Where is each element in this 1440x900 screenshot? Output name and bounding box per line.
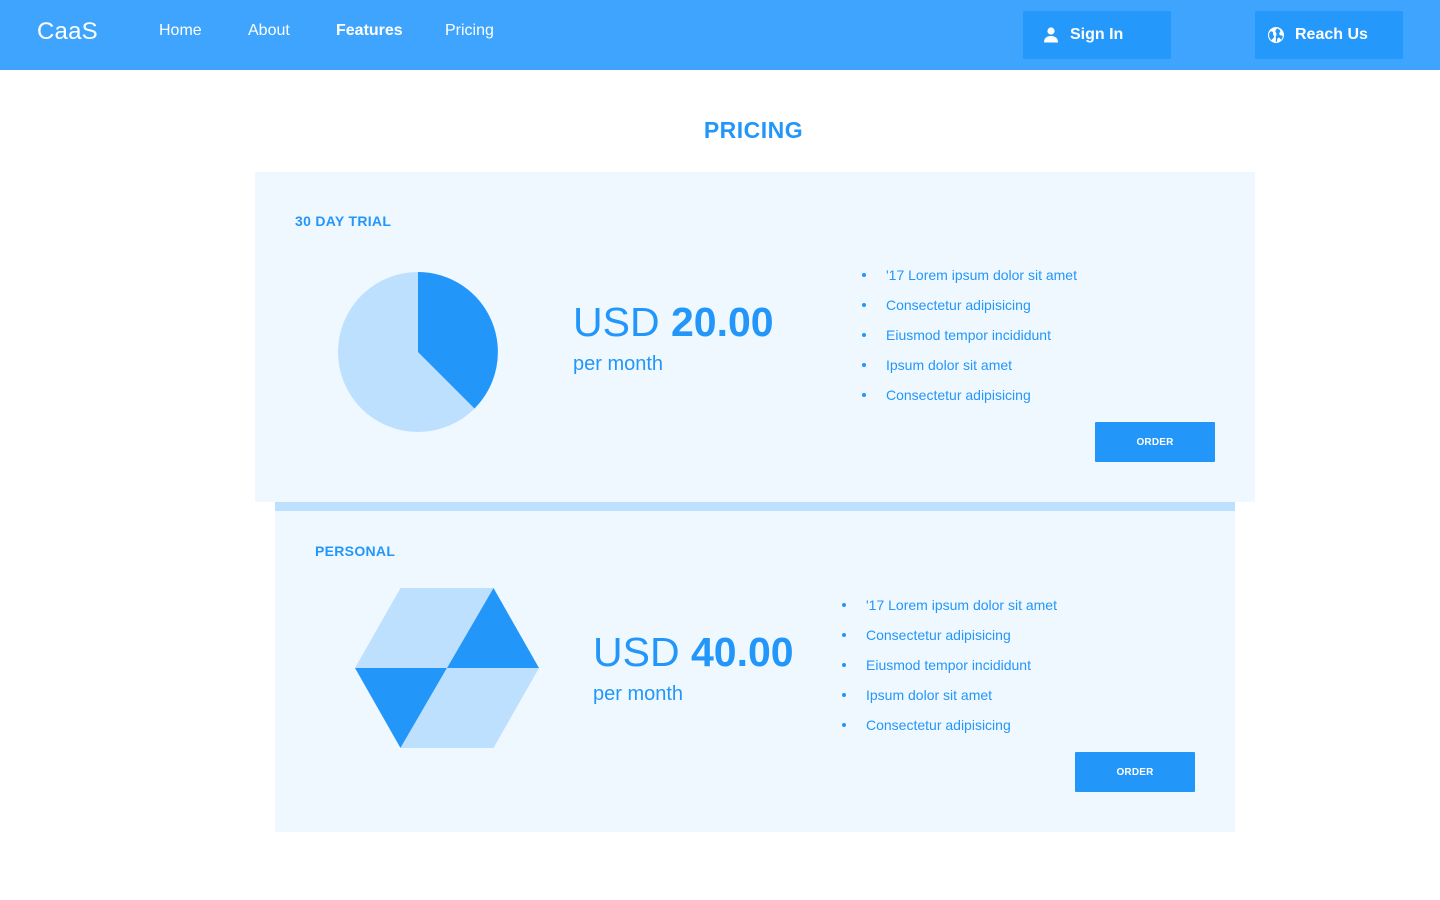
bullet-icon — [862, 333, 866, 337]
feature-text: Ipsum dolor sit amet — [886, 357, 1013, 373]
nav-features[interactable]: Features — [336, 22, 403, 40]
feature-text: Consectetur adipisicing — [866, 627, 1011, 643]
plan-name: PERSONAL — [315, 543, 396, 559]
price-period: per month — [573, 353, 664, 375]
order-button[interactable]: ORDER — [1075, 752, 1195, 792]
feature-item: Eiusmod tempor incididunt — [862, 320, 1077, 350]
feature-item: Consectetur adipisicing — [842, 710, 1057, 740]
bullet-icon — [862, 303, 866, 307]
plan-name: 30 DAY TRIAL — [295, 213, 392, 229]
reach-us-label: Reach Us — [1295, 26, 1368, 43]
bullet-icon — [842, 663, 846, 667]
brand-logo[interactable]: CaaS — [37, 18, 98, 46]
card-top-strip — [275, 502, 1235, 511]
pricing-card-trial: 30 DAY TRIAL USD 20.00 per month '17 Lor… — [255, 172, 1255, 502]
nav-about[interactable]: About — [248, 22, 290, 40]
price-period: per month — [593, 683, 684, 705]
bullet-icon — [842, 723, 846, 727]
price-amount: 20.00 — [670, 299, 774, 345]
feature-text: Eiusmod tempor incididunt — [886, 327, 1051, 343]
pie-chart-graphic — [338, 272, 498, 432]
user-icon — [1042, 26, 1060, 44]
feature-text: Ipsum dolor sit amet — [866, 687, 993, 703]
pricing-card-personal: PERSONAL USD 40.00 per month '17 Lorem i… — [275, 502, 1235, 832]
page-title: PRICING — [703, 117, 804, 143]
feature-item: Ipsum dolor sit amet — [842, 680, 1057, 710]
price: USD 20.00 — [573, 300, 774, 344]
hexagon-graphic — [355, 588, 539, 748]
bullet-icon — [862, 393, 866, 397]
feature-item: Consectetur adipisicing — [842, 620, 1057, 650]
bullet-icon — [842, 603, 846, 607]
feature-text: Consectetur adipisicing — [886, 297, 1031, 313]
feature-list: '17 Lorem ipsum dolor sit amet Consectet… — [842, 590, 1057, 740]
feature-item: Eiusmod tempor incididunt — [842, 650, 1057, 680]
price-amount: 40.00 — [690, 629, 794, 675]
feature-item: Ipsum dolor sit amet — [862, 350, 1077, 380]
price: USD 40.00 — [593, 630, 794, 674]
bullet-icon — [842, 693, 846, 697]
feature-text: '17 Lorem ipsum dolor sit amet — [886, 267, 1077, 283]
feature-item: '17 Lorem ipsum dolor sit amet — [842, 590, 1057, 620]
bullet-icon — [862, 363, 866, 367]
sign-in-label: Sign In — [1070, 26, 1124, 43]
nav-home[interactable]: Home — [159, 22, 202, 40]
feature-text: Consectetur adipisicing — [886, 387, 1031, 403]
bullet-icon — [862, 273, 866, 277]
feature-item: Consectetur adipisicing — [862, 380, 1077, 410]
nav-pricing[interactable]: Pricing — [445, 22, 494, 40]
sign-in-button[interactable]: Sign In — [1023, 11, 1171, 59]
bullet-icon — [842, 633, 846, 637]
price-currency: USD — [593, 629, 680, 675]
globe-icon — [1267, 26, 1285, 44]
price-currency: USD — [573, 299, 660, 345]
feature-item: Consectetur adipisicing — [862, 290, 1077, 320]
feature-text: Consectetur adipisicing — [866, 717, 1011, 733]
feature-item: '17 Lorem ipsum dolor sit amet — [862, 260, 1077, 290]
feature-list: '17 Lorem ipsum dolor sit amet Consectet… — [862, 260, 1077, 410]
feature-text: '17 Lorem ipsum dolor sit amet — [866, 597, 1057, 613]
top-navigation-bar: CaaS Home About Features Pricing Sign In… — [0, 0, 1440, 70]
order-button[interactable]: ORDER — [1095, 422, 1215, 462]
reach-us-button[interactable]: Reach Us — [1255, 11, 1403, 59]
feature-text: Eiusmod tempor incididunt — [866, 657, 1031, 673]
